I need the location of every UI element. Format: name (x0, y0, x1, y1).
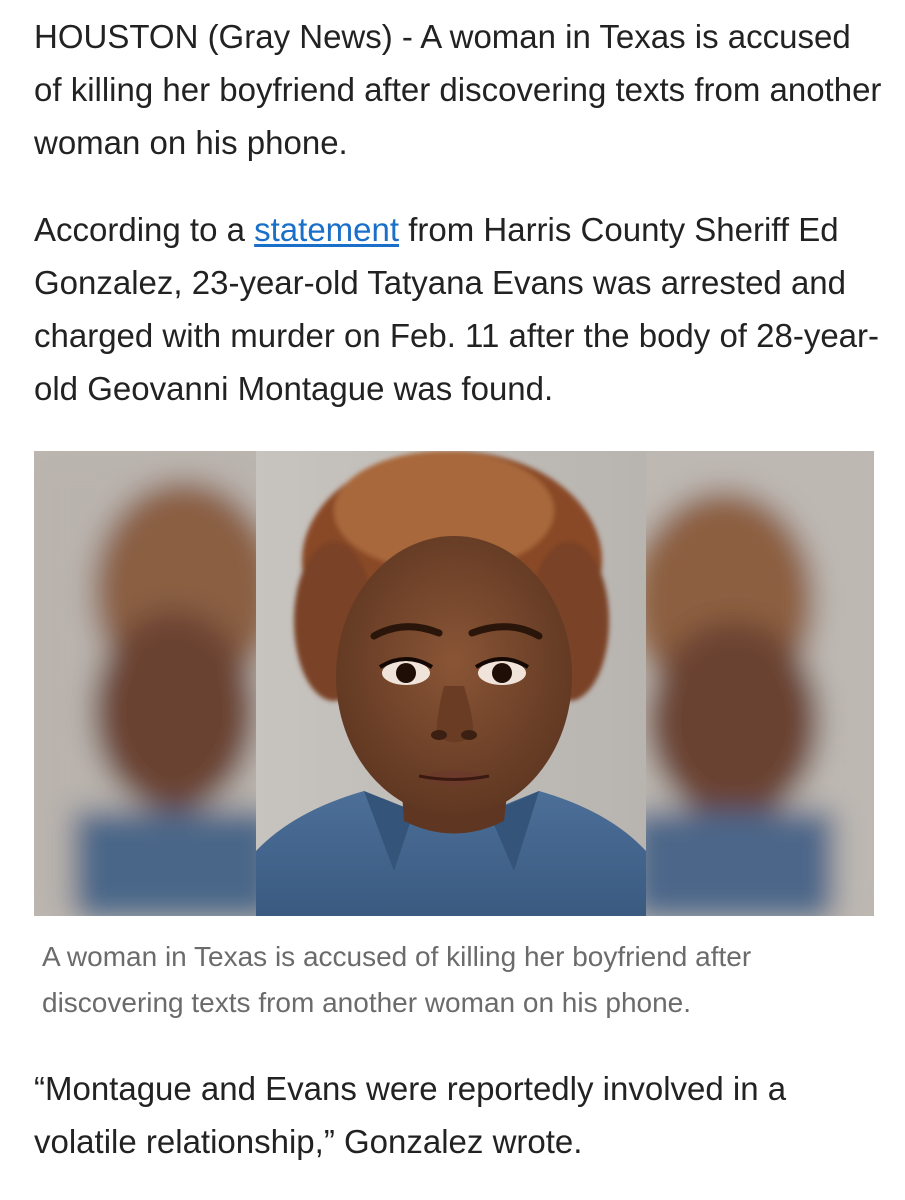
photo-caption: A woman in Texas is accused of killing h… (42, 941, 752, 1018)
blurred-left-panel (34, 451, 274, 916)
statement-link[interactable]: statement (254, 211, 399, 248)
paragraph-statement: According to a statement from Harris Cou… (34, 203, 884, 415)
mugshot-illustration (34, 451, 874, 916)
blurred-right-panel (634, 451, 874, 916)
center-portrait (256, 451, 646, 916)
paragraph-lead: HOUSTON (Gray News) - A woman in Texas i… (34, 18, 882, 161)
mugshot-photo[interactable] (34, 451, 874, 916)
paragraph-quote: “Montague and Evans were reportedly invo… (34, 1070, 787, 1160)
paragraph-statement-text-before: According to a (34, 211, 255, 248)
article-body: HOUSTON (Gray News) - A woman in Texas i… (0, 0, 905, 1200)
